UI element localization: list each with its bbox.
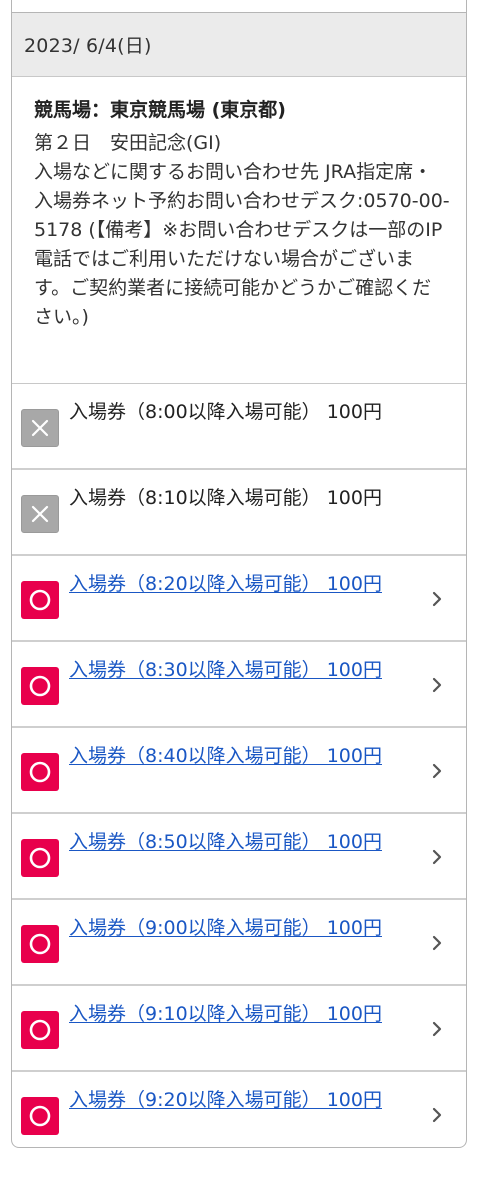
cross-icon	[21, 409, 59, 447]
date-header: 2023/ 6/4(日)	[12, 12, 466, 77]
circle-icon	[21, 925, 59, 963]
event-info: 競馬場：東京競馬場 (東京都) 第２日 安田記念(GⅠ) 入場などに関するお問い…	[12, 77, 466, 384]
ticket-link[interactable]: 入場券（8:30以降入場可能） 100円	[69, 656, 419, 684]
circle-icon	[21, 581, 59, 619]
page: 2023/ 6/4(日) 競馬場：東京競馬場 (東京都) 第２日 安田記念(GⅠ…	[0, 0, 480, 1183]
ticket-link[interactable]: 入場券（9:20以降入場可能） 100円	[69, 1086, 419, 1114]
chevron-right-icon[interactable]	[427, 933, 447, 953]
ticket-row[interactable]: 入場券（8:20以降入場可能） 100円	[12, 556, 466, 642]
chevron-right-icon[interactable]	[427, 847, 447, 867]
chevron-right-icon[interactable]	[427, 761, 447, 781]
circle-icon	[21, 1097, 59, 1135]
ticket-link[interactable]: 入場券（8:40以降入場可能） 100円	[69, 742, 419, 770]
circle-icon	[21, 839, 59, 877]
ticket-row: 入場券（8:10以降入場可能） 100円	[12, 470, 466, 556]
ticket-link[interactable]: 入場券（8:20以降入場可能） 100円	[69, 570, 419, 598]
ticket-link[interactable]: 入場券（8:50以降入場可能） 100円	[69, 828, 419, 856]
ticket-list: 入場券（8:00以降入場可能） 100円 入場券（8:10以降入場可能） 100…	[12, 384, 466, 1147]
chevron-right-icon[interactable]	[427, 1105, 447, 1125]
chevron-right-icon[interactable]	[427, 589, 447, 609]
ticket-row: 入場券（8:00以降入場可能） 100円	[12, 384, 466, 470]
ticket-link[interactable]: 入場券（9:00以降入場可能） 100円	[69, 914, 419, 942]
chevron-right-icon[interactable]	[427, 675, 447, 695]
event-card: 2023/ 6/4(日) 競馬場：東京競馬場 (東京都) 第２日 安田記念(GⅠ…	[11, 0, 467, 1148]
race-name: 第２日 安田記念(GⅠ)	[34, 132, 222, 154]
ticket-row[interactable]: 入場券（9:00以降入場可能） 100円	[12, 900, 466, 986]
circle-icon	[21, 753, 59, 791]
contact-info: 入場などに関するお問い合わせ先 JRA指定席・入場券ネット予約お問い合わせデスク…	[34, 161, 450, 328]
ticket-row[interactable]: 入場券（9:20以降入場可能） 100円	[12, 1072, 466, 1147]
circle-icon	[21, 1011, 59, 1049]
ticket-label: 入場券（8:00以降入場可能） 100円	[69, 401, 382, 423]
ticket-row[interactable]: 入場券（8:40以降入場可能） 100円	[12, 728, 466, 814]
ticket-link[interactable]: 入場券（9:10以降入場可能） 100円	[69, 1000, 419, 1028]
ticket-row[interactable]: 入場券（9:10以降入場可能） 100円	[12, 986, 466, 1072]
venue-name: 競馬場：東京競馬場 (東京都)	[34, 99, 286, 121]
ticket-row[interactable]: 入場券（8:30以降入場可能） 100円	[12, 642, 466, 728]
ticket-row[interactable]: 入場券（8:50以降入場可能） 100円	[12, 814, 466, 900]
circle-icon	[21, 667, 59, 705]
ticket-label: 入場券（8:10以降入場可能） 100円	[69, 487, 382, 509]
chevron-right-icon[interactable]	[427, 1019, 447, 1039]
cross-icon	[21, 495, 59, 533]
